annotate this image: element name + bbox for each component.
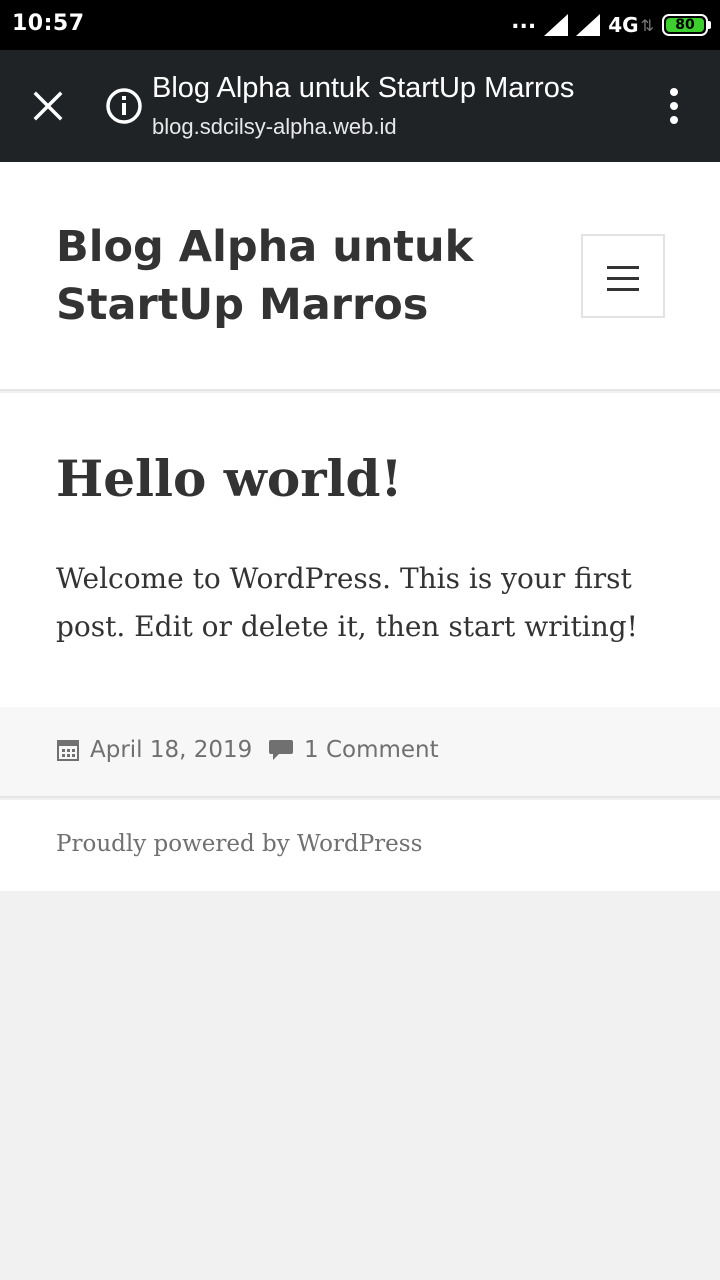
page-title: Blog Alpha untuk StartUp Marros — [152, 72, 575, 104]
calendar-icon — [57, 740, 79, 761]
post-meta: April 18, 2019 1 Comment — [0, 707, 720, 798]
battery-icon: 80 — [662, 14, 711, 36]
site-footer: Proudly powered by WordPress — [0, 800, 720, 891]
post-date-text: April 18, 2019 — [90, 737, 253, 763]
status-bar: 10:57 ... 4G ⇅ 80 — [0, 0, 720, 50]
site-title[interactable]: Blog Alpha untuk StartUp Marros — [56, 218, 526, 334]
menu-toggle-button[interactable] — [581, 234, 665, 318]
hamburger-icon — [607, 266, 639, 299]
comments-count: 1 Comment — [304, 737, 439, 763]
close-icon[interactable] — [24, 82, 72, 130]
battery-level: 80 — [675, 17, 695, 33]
network-type: 4G — [608, 13, 639, 37]
post-content: Welcome to WordPress. This is your first… — [56, 562, 638, 643]
powered-by-link[interactable]: Proudly powered by WordPress — [56, 831, 422, 857]
info-icon[interactable] — [104, 86, 144, 126]
status-icons: ... 4G ⇅ 80 — [511, 9, 711, 40]
signal-icon — [544, 14, 569, 36]
status-time: 10:57 — [12, 11, 85, 36]
browser-toolbar: Blog Alpha untuk StartUp Marros blog.sdc… — [0, 50, 720, 162]
comment-icon — [269, 740, 293, 760]
data-activity-icon: ⇅ — [640, 15, 654, 35]
signal-icon-2 — [576, 14, 601, 36]
more-vert-icon[interactable] — [654, 86, 694, 126]
page-url[interactable]: blog.sdcilsy-alpha.web.id — [152, 114, 397, 140]
post-date[interactable]: April 18, 2019 — [56, 737, 252, 763]
notification-dots: ... — [511, 9, 537, 34]
post-article: Hello world! Welcome to WordPress. This … — [0, 393, 720, 707]
post-title[interactable]: Hello world! — [56, 449, 402, 508]
site-header: Blog Alpha untuk StartUp Marros — [0, 162, 720, 391]
comments-link[interactable]: 1 Comment — [268, 737, 439, 763]
